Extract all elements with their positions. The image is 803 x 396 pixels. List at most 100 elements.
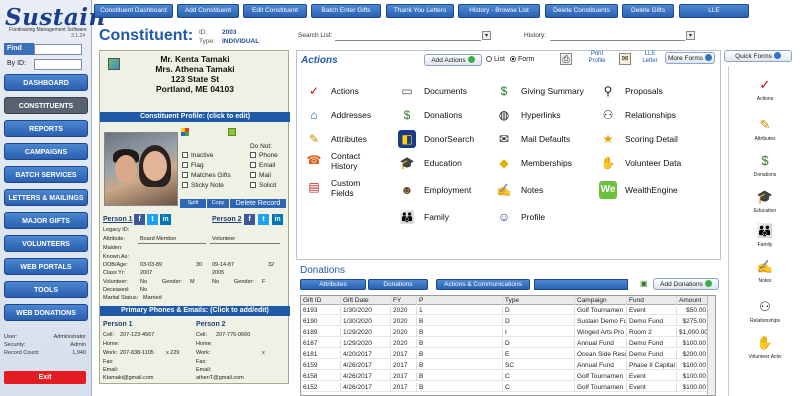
delete-constituents-button[interactable]: Delete Constituents: [545, 4, 618, 18]
col-campaign[interactable]: Campaign: [575, 296, 627, 305]
facebook-icon[interactable]: f: [244, 214, 255, 225]
copy-button[interactable]: Copy: [207, 199, 229, 208]
history-dropdown-icon[interactable]: ▾: [686, 31, 695, 40]
col-amount[interactable]: Amount: [677, 296, 709, 305]
nav-letters-mailings[interactable]: LETTERS & MAILINGS: [4, 189, 88, 206]
linkedin-icon[interactable]: in: [160, 214, 171, 225]
byid-input[interactable]: [34, 59, 82, 70]
nav-batch-services[interactable]: BATCH SERVICES: [4, 166, 88, 183]
nav-web-donations[interactable]: WEB DONATIONS: [4, 304, 88, 321]
letter-icon[interactable]: ✉: [619, 53, 631, 65]
nav-volunteers[interactable]: VOLUNTEERS: [4, 235, 88, 252]
history-select[interactable]: [550, 31, 685, 41]
money-bag-icon: $: [500, 84, 508, 98]
side-family[interactable]: 👪 Family: [735, 222, 795, 248]
p2-class-yr: 2005: [212, 270, 225, 276]
side-actions[interactable]: ✓ Actions: [735, 76, 795, 102]
more-forms-button[interactable]: More Forms: [665, 52, 715, 64]
tab-attributes[interactable]: Attributes: [300, 279, 366, 290]
matches-gifts-checkbox[interactable]: Matches Gifts: [182, 172, 231, 179]
nav-web-portals[interactable]: WEB PORTALS: [4, 258, 88, 275]
thank-you-letters-button[interactable]: Thank You Letters: [386, 4, 454, 18]
table-cell: 2017: [391, 350, 417, 359]
do-not-mail-checkbox[interactable]: Mail: [250, 172, 271, 179]
form-radio[interactable]: Form: [510, 56, 534, 63]
side-relationships[interactable]: ⚇ Relationships: [735, 298, 795, 324]
print-profile-button[interactable]: Print Profile: [584, 51, 610, 65]
p1-email[interactable]: Ktamaki@gmail.com: [103, 375, 154, 381]
nav-campaigns[interactable]: CAMPAIGNS: [4, 143, 88, 160]
table-row[interactable]: 6159 4/26/2017 2017 B SC Annual Fund Phase II …: [301, 361, 709, 370]
status-color-swatch[interactable]: [228, 128, 236, 136]
do-not-email-checkbox[interactable]: Email: [250, 162, 275, 169]
nav-tools[interactable]: TOOLS: [4, 281, 88, 298]
side-notes[interactable]: ✍ Notes: [735, 258, 795, 284]
col-p[interactable]: P: [417, 296, 503, 305]
money-bag-icon: $: [761, 153, 769, 168]
table-row[interactable]: 6181 4/20/2017 2017 B E Ocean Side Reso Demo F…: [301, 350, 709, 359]
colorwheel-icon[interactable]: [181, 128, 189, 136]
lle-letter-button[interactable]: LLE Letter: [637, 51, 663, 65]
search-list-select[interactable]: [335, 31, 481, 41]
printer-icon[interactable]: ⎙: [560, 53, 572, 65]
table-row[interactable]: 6187 1/29/2020 2020 B D Annual Fund Demo Fund $…: [301, 339, 709, 348]
tab-donations[interactable]: Donations: [368, 279, 428, 290]
table-scrollbar[interactable]: [707, 296, 715, 395]
nav-major-gifts[interactable]: MAJOR GIFTS: [4, 212, 88, 229]
lle-button[interactable]: LLE: [679, 4, 749, 18]
twitter-icon[interactable]: t: [147, 214, 158, 225]
constituent-dashboard-button[interactable]: Constituent Dashboard: [94, 4, 173, 18]
delete-record-button[interactable]: Delete Record: [230, 199, 286, 208]
phones-emails-band[interactable]: Primary Phones & Emails: (Click to add/e…: [100, 306, 290, 316]
find-input[interactable]: [34, 44, 82, 55]
split-button[interactable]: Split: [180, 199, 206, 208]
edit-constituent-button[interactable]: Edit Constituent: [243, 4, 307, 18]
export-icon[interactable]: ▣: [640, 279, 650, 289]
nav-constituents[interactable]: CONSTITUENTS: [4, 97, 88, 114]
nav-reports[interactable]: REPORTS: [4, 120, 88, 137]
col-type[interactable]: Type: [503, 296, 575, 305]
user-row: User: Administrator: [4, 334, 86, 340]
delete-gifts-button[interactable]: Delete Gifts: [622, 4, 674, 18]
do-not-phone-checkbox[interactable]: Phone: [250, 152, 278, 159]
batch-enter-gifts-button[interactable]: Batch Enter Gifts: [311, 4, 381, 18]
history-browse-button[interactable]: History - Browse List: [458, 4, 540, 18]
table-row[interactable]: 6190 1/30/2020 2020 B D Sustain Demo Fu Demo F…: [301, 317, 709, 326]
col-fund[interactable]: Fund: [627, 296, 677, 305]
p2-age: 32: [268, 262, 275, 268]
facebook-icon[interactable]: f: [134, 214, 145, 225]
exit-button[interactable]: Exit: [4, 371, 86, 384]
col-fy[interactable]: FY: [391, 296, 417, 305]
family-icon: 👪: [399, 210, 415, 224]
add-constituent-button[interactable]: Add Constituent: [177, 4, 239, 18]
linkedin-icon[interactable]: in: [272, 214, 283, 225]
tab-actions-communications[interactable]: Actions & Communications: [436, 279, 530, 290]
table-row[interactable]: 6152 4/26/2017 2017 B C Golf Tournamen Event $1…: [301, 383, 709, 392]
flag-checkbox[interactable]: Flag: [182, 162, 204, 169]
table-row[interactable]: 6189 1/29/2020 2020 B I Winged Arts Pro Room 2…: [301, 328, 709, 337]
add-donations-button[interactable]: Add Donations: [653, 278, 719, 290]
checklist-icon: ✓: [308, 84, 320, 98]
constituent-photo[interactable]: [104, 132, 178, 206]
search-list-dropdown-icon[interactable]: ▾: [482, 31, 491, 40]
donations-filter-select[interactable]: [534, 279, 628, 290]
side-volunteer-activity[interactable]: ✋ Volunteer Activ: [735, 334, 795, 360]
constituent-profile-band[interactable]: Constituent Profile: (click to edit): [100, 112, 290, 122]
add-actions-button[interactable]: Add Actions: [424, 54, 482, 66]
sticky-note-checkbox[interactable]: Sticky Note: [182, 182, 224, 189]
table-row[interactable]: 6193 1/30/2020 2020 1 D Golf Tournamen Event $5…: [301, 306, 709, 315]
side-attributes[interactable]: ✎ Attributes: [735, 116, 795, 142]
nav-dashboard[interactable]: DASHBOARD: [4, 74, 88, 91]
twitter-icon[interactable]: t: [258, 214, 269, 225]
quick-forms-button[interactable]: Quick Forms: [724, 50, 792, 62]
side-education[interactable]: 🎓 Education: [735, 188, 795, 214]
col-gift-id[interactable]: Gift ID: [301, 296, 341, 305]
p1-gender: M: [190, 279, 195, 285]
list-radio[interactable]: List: [486, 56, 505, 63]
col-gift-date[interactable]: Gift Date: [341, 296, 391, 305]
do-not-solicit-checkbox[interactable]: Solicit: [250, 182, 276, 189]
p2-email[interactable]: athenT@gmail.com: [196, 375, 244, 381]
table-row[interactable]: 6158 4/26/2017 2017 B C Golf Tournamen Event $1…: [301, 372, 709, 381]
side-donations[interactable]: $ Donations: [735, 152, 795, 178]
inactive-checkbox[interactable]: Inactive: [182, 152, 213, 159]
